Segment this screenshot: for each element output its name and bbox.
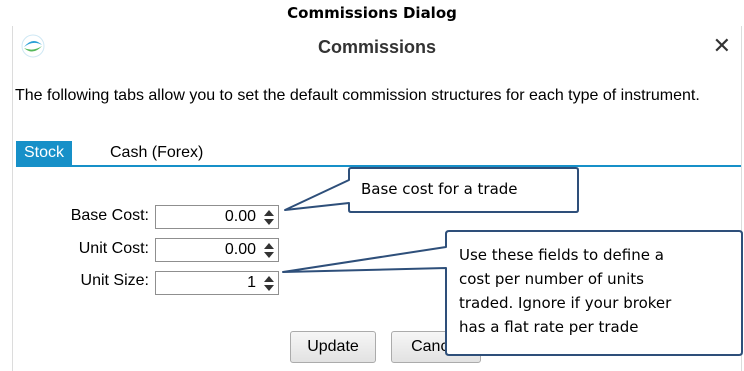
unit-callout-line: cost per number of units	[459, 270, 644, 288]
unit-callout-line: has a flat rate per trade	[459, 318, 639, 336]
unit-callout-line: traded. Ignore if your broker	[459, 294, 672, 312]
unit-callout-line: Use these fields to define a	[459, 246, 664, 264]
base-cost-callout-text: Base cost for a trade	[361, 180, 518, 198]
